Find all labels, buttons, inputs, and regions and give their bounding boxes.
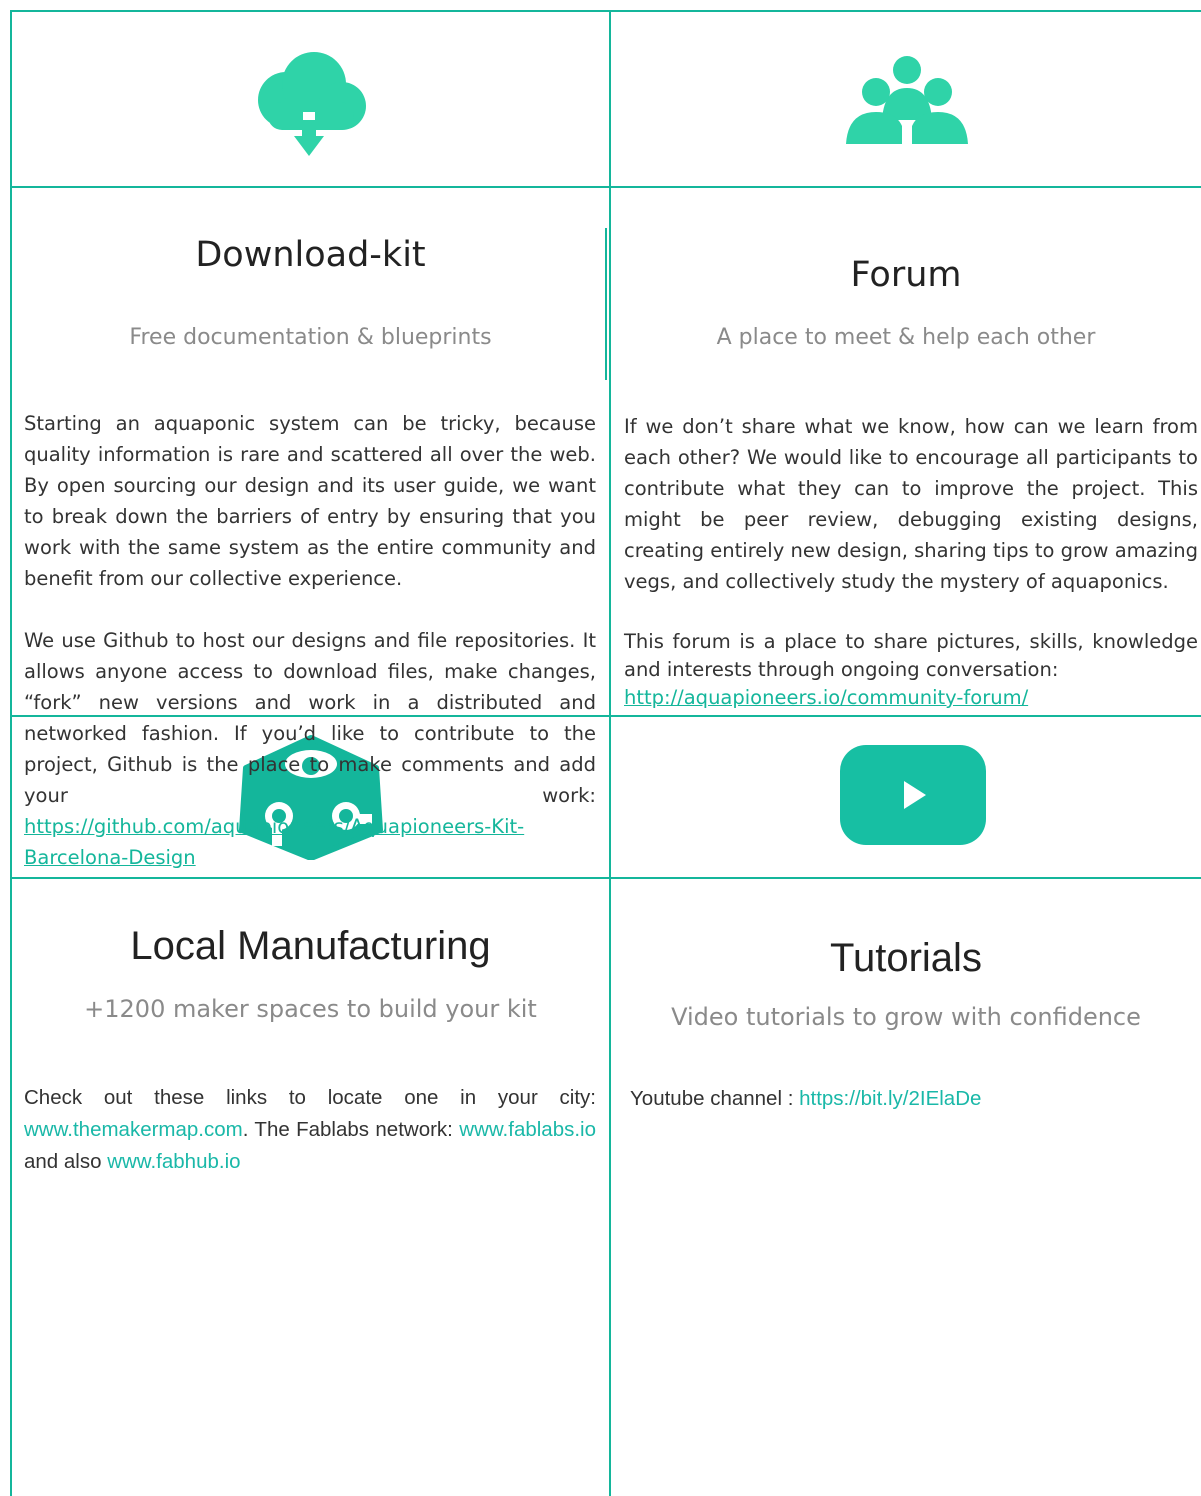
body-text: Youtube channel :: [630, 1087, 800, 1110]
section-subtitle: Video tutorials to grow with confidence: [671, 1003, 1141, 1031]
community-people-icon: [846, 56, 968, 144]
row-divider: [10, 186, 1201, 188]
forum-link-line: http://aquapioneers.io/community-forum/: [624, 684, 1198, 712]
body-paragraph: We use Github to host our designs and fi…: [24, 625, 596, 873]
body-paragraph: Starting an aquaponic system can be tric…: [24, 412, 596, 590]
column-divider: [609, 10, 611, 1496]
body-text: . The Fablabs network:: [242, 1118, 453, 1141]
section-body: If we don’t share what we know, how can …: [624, 411, 1198, 712]
paragraph-spacer: [24, 594, 596, 625]
fabhub-link[interactable]: www.fabhub.io: [107, 1150, 240, 1173]
section-title: Local Manufacturing: [130, 924, 491, 968]
github-link[interactable]: https://github.com/aquapioneers/Aquapion…: [24, 815, 524, 869]
youtube-play-icon: [840, 745, 986, 845]
forum-link[interactable]: http://aquapioneers.io/community-forum/: [624, 686, 1028, 709]
cloud-download-icon: [258, 52, 366, 156]
youtube-link[interactable]: https://bit.ly/2IElaDe: [799, 1087, 981, 1110]
body-text: Check out these links to locate one in y…: [24, 1086, 596, 1109]
section-subtitle: +1200 maker spaces to build your kit: [84, 995, 537, 1023]
section-body: Check out these links to locate one in y…: [24, 1082, 596, 1178]
body-paragraph: If we don’t share what we know, how can …: [624, 415, 1198, 593]
section-title: Tutorials: [830, 936, 982, 980]
section-subtitle: Free documentation & blueprints: [129, 325, 492, 350]
row-divider: [10, 877, 1201, 879]
paragraph-spacer: [624, 597, 1198, 628]
makermap-link[interactable]: www.themakermap.com: [24, 1118, 243, 1141]
section-subtitle: A place to meet & help each other: [716, 325, 1096, 350]
section-body: Youtube channel : https://bit.ly/2IElaDe: [630, 1083, 1190, 1115]
body-text: We use Github to host our designs and fi…: [24, 629, 596, 807]
section-body: Starting an aquaponic system can be tric…: [24, 408, 596, 873]
body-text: and also: [24, 1150, 108, 1173]
section-title: Forum: [850, 255, 962, 295]
body-paragraph: This forum is a place to share pictures,…: [624, 630, 1198, 681]
fablabs-link[interactable]: www.fablabs.io: [459, 1118, 596, 1141]
section-title: Download-kit: [195, 235, 426, 275]
